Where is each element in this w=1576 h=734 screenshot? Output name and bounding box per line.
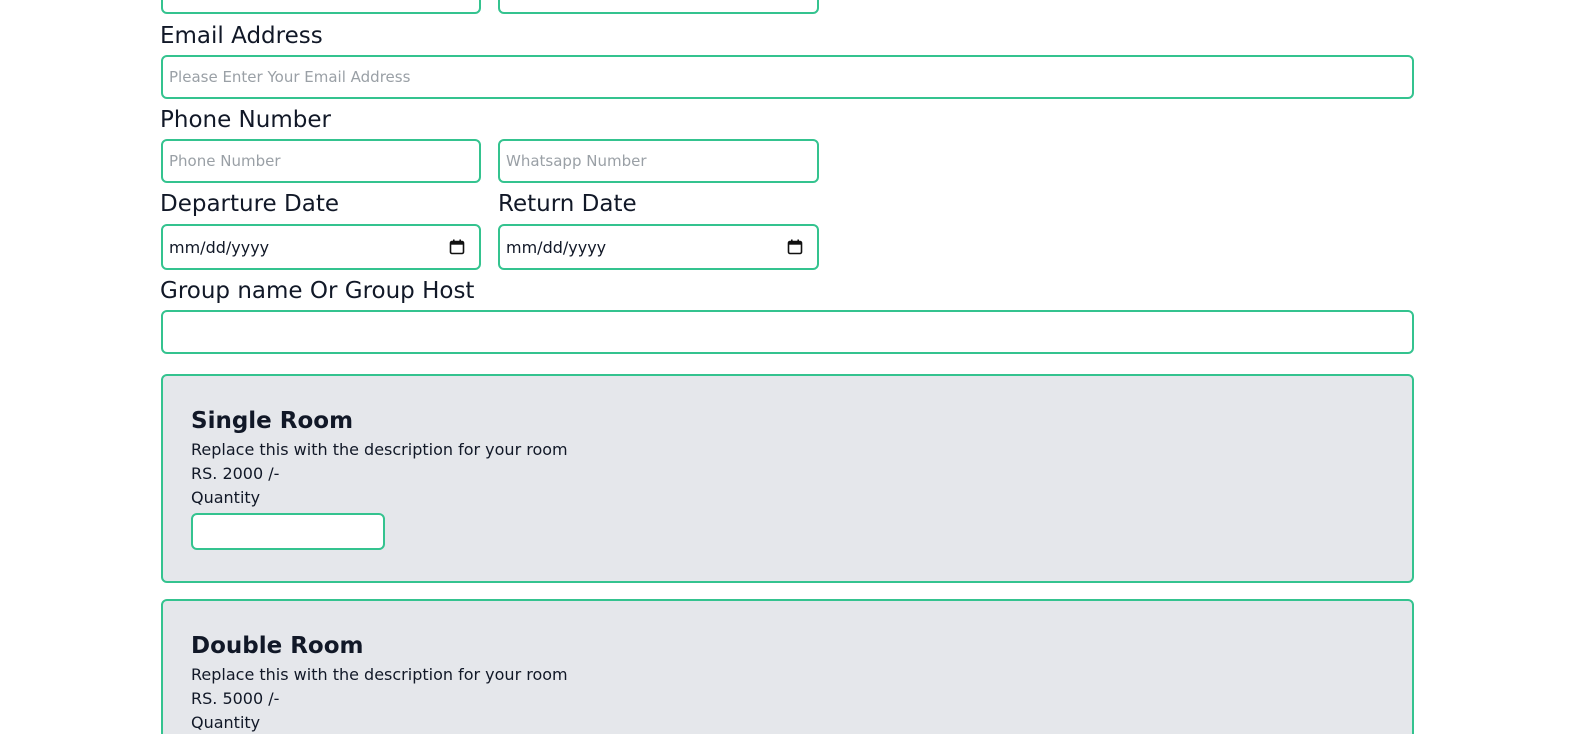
departure-date-field[interactable]: mm/dd/yyyy <box>161 224 481 270</box>
quantity-label: Quantity <box>191 713 261 732</box>
room-card-single: Single Room Replace this with the descri… <box>161 374 1414 583</box>
room-price: RS. 5000 /- <box>191 689 280 708</box>
email-label: Email Address <box>160 23 323 49</box>
room-description: Replace this with the description for yo… <box>191 440 568 459</box>
phone-label: Phone Number <box>160 107 331 133</box>
calendar-icon[interactable] <box>449 239 465 255</box>
room-card-double: Double Room Replace this with the descri… <box>161 599 1414 734</box>
top-right-input[interactable] <box>498 0 819 14</box>
quantity-input[interactable] <box>191 513 385 550</box>
whatsapp-field[interactable] <box>498 139 819 183</box>
room-price: RS. 2000 /- <box>191 464 280 483</box>
top-left-input[interactable] <box>161 0 481 14</box>
room-title: Single Room <box>191 408 354 434</box>
phone-field[interactable] <box>161 139 481 183</box>
room-title: Double Room <box>191 633 364 659</box>
quantity-label: Quantity <box>191 488 261 507</box>
return-date-field[interactable]: mm/dd/yyyy <box>498 224 819 270</box>
email-field[interactable] <box>161 55 1414 99</box>
group-label: Group name Or Group Host <box>160 278 475 304</box>
booking-form-page: Email Address Phone Number Departure Dat… <box>0 0 1576 734</box>
departure-date-value: mm/dd/yyyy <box>169 237 270 257</box>
return-date-label: Return Date <box>498 191 637 217</box>
return-date-value: mm/dd/yyyy <box>506 237 607 257</box>
calendar-icon[interactable] <box>787 239 803 255</box>
group-field[interactable] <box>161 310 1414 354</box>
departure-date-label: Departure Date <box>160 191 339 217</box>
room-description: Replace this with the description for yo… <box>191 665 568 684</box>
